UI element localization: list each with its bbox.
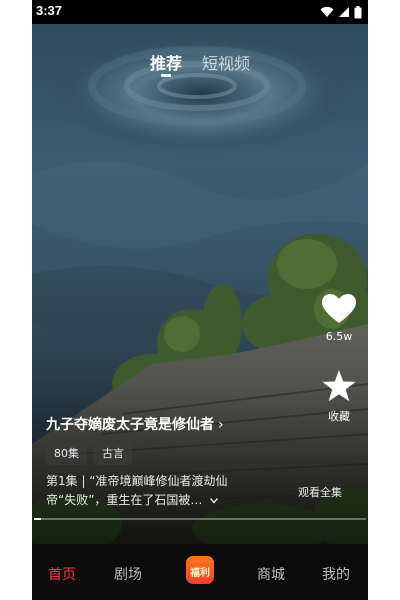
favorite-label: 收藏 xyxy=(328,410,350,423)
welfare-label: 福利 xyxy=(190,568,210,579)
like-count: 6.5w xyxy=(325,330,353,343)
left-margin xyxy=(0,0,32,600)
tab-recommend[interactable]: 推荐 xyxy=(150,50,182,74)
status-icons xyxy=(320,4,362,20)
status-time: 3:37 xyxy=(36,3,63,18)
drama-title-link[interactable]: 九子夺嫡废太子竟是修仙者 › xyxy=(46,414,224,434)
nav-welfare[interactable]: 福利 xyxy=(186,556,214,584)
tag-genre: 古言 xyxy=(94,443,132,465)
nav-home[interactable]: 首页 xyxy=(48,564,76,584)
storm-cliff-scene xyxy=(32,34,368,544)
signal-icon xyxy=(339,7,349,17)
tab-short-video[interactable]: 短视频 xyxy=(202,50,250,74)
chevron-down-icon[interactable] xyxy=(210,493,219,507)
tag-episodes: 80集 xyxy=(46,443,87,465)
battery-icon xyxy=(354,5,362,18)
bottom-nav: 首页 剧场 福利 商城 我的 xyxy=(32,544,368,600)
like-button[interactable]: 6.5w xyxy=(314,294,364,343)
right-margin xyxy=(368,0,400,600)
tab-indicator xyxy=(161,74,171,77)
wifi-icon xyxy=(320,6,334,17)
chevron-right-icon: › xyxy=(218,417,224,433)
favorite-button[interactable]: 收藏 xyxy=(314,370,364,424)
nav-theater[interactable]: 剧场 xyxy=(114,564,142,584)
status-bar: 3:37 xyxy=(32,0,368,24)
video-player[interactable] xyxy=(32,24,368,544)
top-tab-bar: 推荐 短视频 xyxy=(32,24,368,73)
description-line-2: 帝“失败”，重生在了石国被… xyxy=(46,493,203,507)
watch-all-button[interactable]: 观看全集 xyxy=(298,484,342,500)
nav-mall[interactable]: 商城 xyxy=(257,564,285,584)
video-progress-bar[interactable] xyxy=(34,518,366,520)
nav-mine[interactable]: 我的 xyxy=(322,564,350,584)
star-icon xyxy=(322,370,356,402)
phone-screen: 3:37 推荐 短视频 6.5w 收藏 九子夺嫡废太子竟是修仙者 › 80集 古… xyxy=(32,0,368,600)
description-line-1: 第1集 | “准帝境巅峰修仙者渡劫仙 xyxy=(46,474,228,488)
drama-description[interactable]: 第1集 | “准帝境巅峰修仙者渡劫仙 帝“失败”，重生在了石国被… xyxy=(46,472,246,510)
video-progress-fill xyxy=(34,518,41,520)
drama-title: 九子夺嫡废太子竟是修仙者 xyxy=(46,417,214,433)
heart-icon xyxy=(322,294,356,323)
